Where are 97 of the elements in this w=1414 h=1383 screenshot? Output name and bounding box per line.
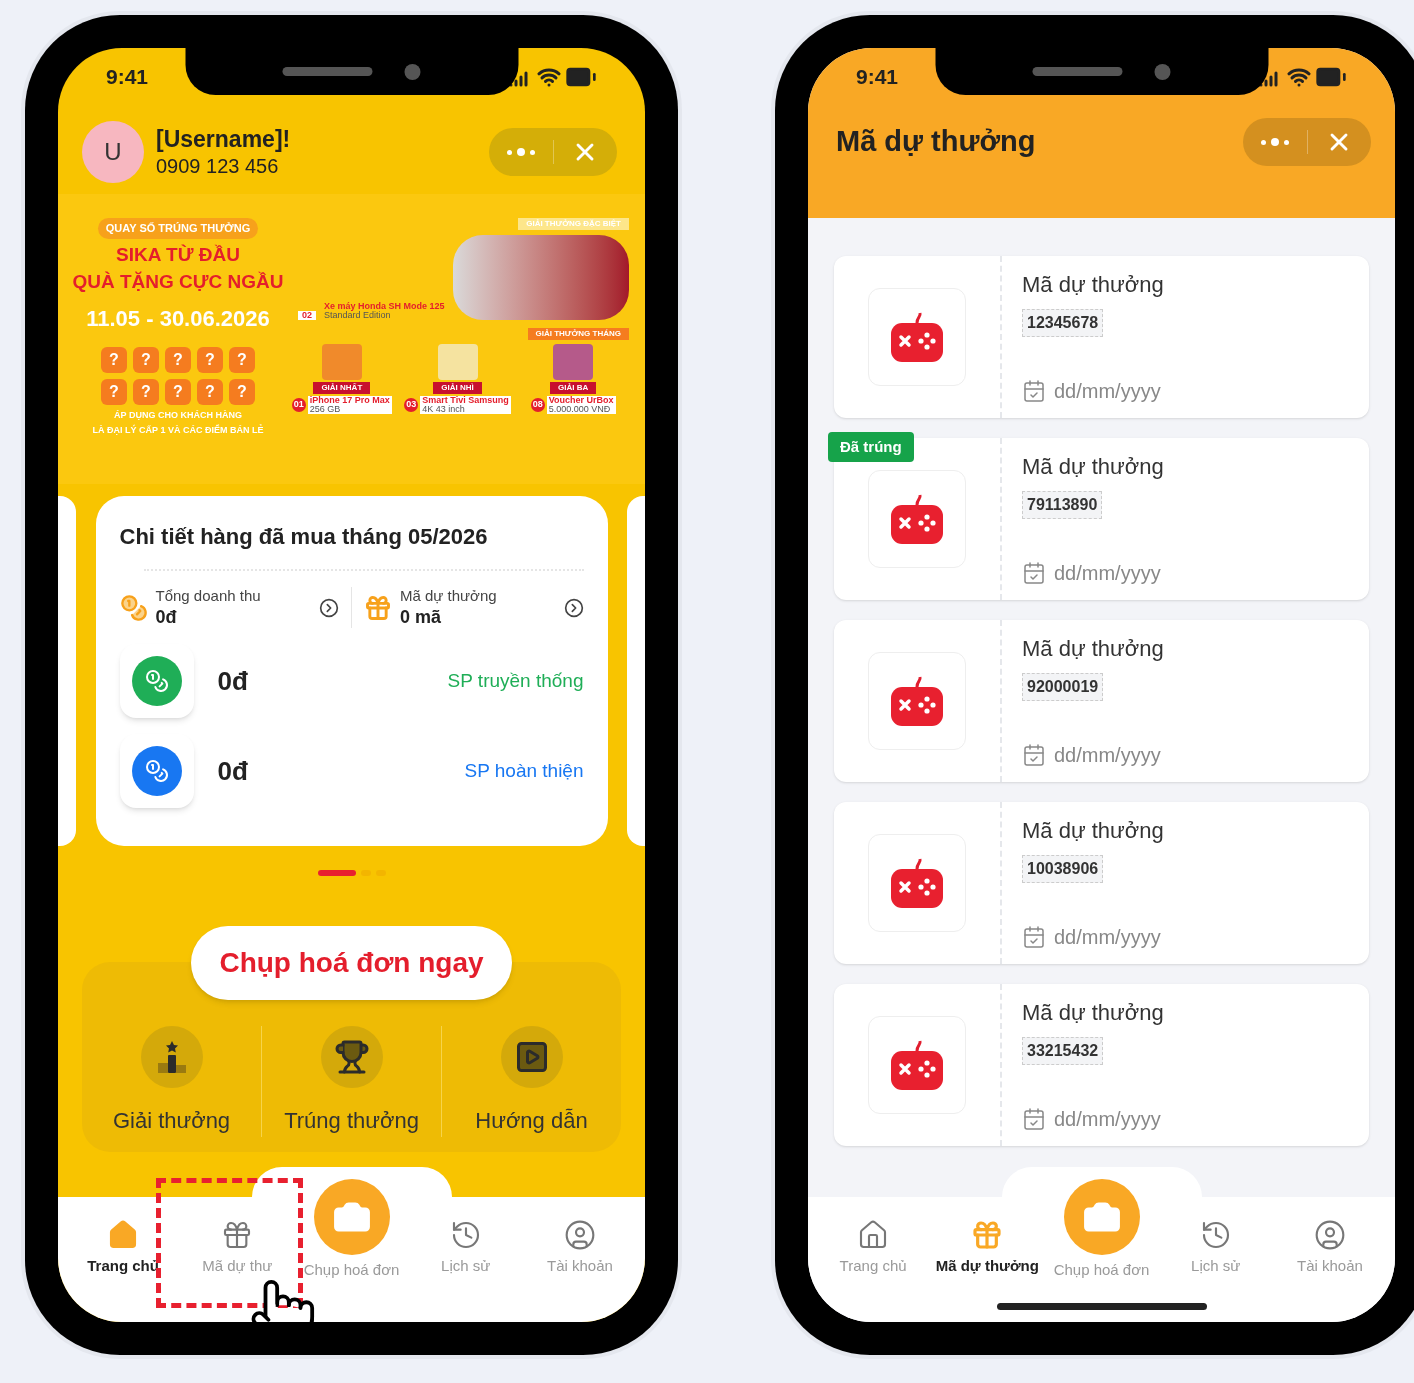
calendar-icon (1022, 1107, 1046, 1131)
calendar-icon (1022, 925, 1046, 949)
mystery-tile: ? (133, 347, 159, 373)
ticket-date: dd/mm/yyyy (1054, 743, 1161, 768)
gamepad-icon (890, 1039, 944, 1091)
account-icon (563, 1219, 596, 1251)
shortcut-button[interactable]: Trúng thưởng (261, 1026, 441, 1137)
prize-name: Smart Tivi Samsung (422, 396, 509, 405)
monthly-prize-heading: GIẢI THƯỞNG THÁNG (527, 328, 629, 340)
ticket-date: dd/mm/yyyy (1054, 379, 1161, 404)
ticket-title: Mã dự thưởng (1022, 999, 1165, 1027)
line-label: SP truyền thống (447, 669, 584, 693)
calendar-icon (1022, 743, 1046, 767)
stat-label: Tổng doanh thu (155, 587, 262, 606)
mystery-tile: ? (197, 347, 223, 373)
coin-icon (144, 759, 169, 784)
line-amount: 0đ (217, 664, 248, 698)
line-amount: 0đ (217, 754, 248, 788)
prize-picture (321, 344, 362, 380)
prize-rank: 03 (404, 398, 419, 412)
prize-picture (437, 344, 478, 380)
coin-icon (144, 669, 169, 694)
mystery-tile: ? (101, 379, 127, 405)
prize-label: GIẢI NHẤT (313, 382, 371, 394)
banner-tag: QUAY SỐ TRÚNG THƯỞNG (97, 218, 259, 239)
mystery-tile: ? (229, 347, 255, 373)
code-ticket[interactable]: Mã dự thưởng 12345678 dd/mm/yyyy (834, 256, 1369, 418)
shortcut-button[interactable]: Hướng dẫn (441, 1026, 621, 1137)
prize-picture (553, 344, 594, 380)
card-title: Chi tiết hàng đã mua tháng 05/2026 (119, 523, 489, 551)
ticket-title: Mã dự thưởng (1022, 453, 1165, 481)
ticket-code: 33215432 (1022, 1037, 1104, 1065)
code-ticket[interactable]: Mã dự thưởng 10038906 dd/mm/yyyy (834, 802, 1369, 964)
stat-value: 0đ (155, 605, 178, 629)
prize-rank: 01 (291, 398, 306, 412)
prize-detail: 5.000.000 VNĐ (548, 405, 612, 414)
code-ticket[interactable]: Mã dự thưởng 92000019 dd/mm/yyyy (834, 620, 1369, 782)
coin-icon (119, 593, 148, 622)
code-ticket[interactable]: Mã dự thưởng 33215432 dd/mm/yyyy (834, 984, 1369, 1146)
chevron-right-icon[interactable] (563, 597, 584, 618)
status-time: 9:41 (106, 64, 149, 91)
gift-icon (971, 1219, 1004, 1251)
line-label: SP hoàn thiện (464, 759, 584, 783)
ticket-date: dd/mm/yyyy (1054, 561, 1161, 586)
mystery-tile: ? (165, 347, 191, 373)
banner-note: LÀ ĐẠI LÝ CẤP 1 VÀ CÁC ĐIỂM BÁN LẺ (92, 426, 264, 435)
mystery-tile: ? (133, 379, 159, 405)
gamepad-icon (890, 493, 944, 545)
ticket-title: Mã dự thưởng (1022, 817, 1165, 845)
status-time: 9:41 (856, 64, 899, 91)
more-icon (1260, 138, 1289, 146)
ticket-title: Mã dự thưởng (1022, 271, 1165, 299)
mystery-tile: ? (229, 379, 255, 405)
gamepad-icon (890, 675, 944, 727)
prize-label: GIẢI NHÌ (433, 382, 482, 394)
ticket-code: 79113890 (1022, 491, 1103, 519)
user-phone: 0909 123 456 (156, 153, 280, 179)
prize-label: GIẢI BA (550, 382, 597, 394)
trophy-icon (333, 1039, 370, 1075)
gift-icon (364, 593, 392, 622)
account-icon (1313, 1219, 1346, 1251)
mystery-tile: ? (165, 379, 191, 405)
page-title: Mã dự thưởng (836, 124, 1036, 160)
prize-ribbon: 02 (298, 311, 316, 320)
user-name: [Username]! (156, 125, 291, 154)
calendar-icon (1022, 379, 1046, 403)
banner-title: QUÀ TẶNG CỰC NGẦU (72, 270, 284, 294)
prize-name: Voucher UrBox (548, 396, 614, 405)
prize-name: iPhone 17 Pro Max (309, 396, 390, 405)
mystery-tile: ? (197, 379, 223, 405)
gamepad-icon (890, 311, 944, 363)
prize-name: Xe máy Honda SH Mode 125 (324, 302, 445, 311)
chevron-right-icon[interactable] (319, 597, 339, 618)
ticket-code: 92000019 (1022, 673, 1104, 701)
stat-label: Mã dự thưởng (400, 587, 498, 606)
banner-note: ÁP DỤNG CHO KHÁCH HÀNG (114, 411, 242, 420)
shortcut-button[interactable]: Giải thưởng (82, 1026, 261, 1137)
won-badge: Đã trúng (828, 432, 914, 462)
banner-dates: 11.05 - 30.06.2026 (86, 305, 270, 333)
stat-value: 0 mã (400, 605, 443, 629)
ticket-date: dd/mm/yyyy (1054, 925, 1161, 950)
nav-tab[interactable]: Mã dự thưởng (930, 1219, 1045, 1278)
ticket-title: Mã dự thưởng (1022, 635, 1165, 663)
calendar-icon (1022, 561, 1046, 585)
ticket-code: 10038906 (1022, 855, 1104, 883)
capture-receipt-button[interactable]: Chụp hoá đơn ngay (191, 926, 512, 1000)
ticket-code: 12345678 (1022, 309, 1104, 337)
more-icon (506, 148, 535, 156)
special-prize-heading: GIẢI THƯỞNG ĐẶC BIỆT (518, 218, 629, 230)
mystery-tile: ? (101, 347, 127, 373)
prize-detail: 256 GB (309, 405, 342, 414)
banner-title: SIKA TỪ ĐẦU (116, 242, 240, 267)
ticket-date: dd/mm/yyyy (1054, 1107, 1161, 1132)
prize-rank: 08 (530, 398, 545, 412)
prize-detail: Standard Edition (324, 311, 392, 320)
prize-detail: 4K 43 inch (422, 405, 466, 414)
gamepad-icon (890, 857, 944, 909)
